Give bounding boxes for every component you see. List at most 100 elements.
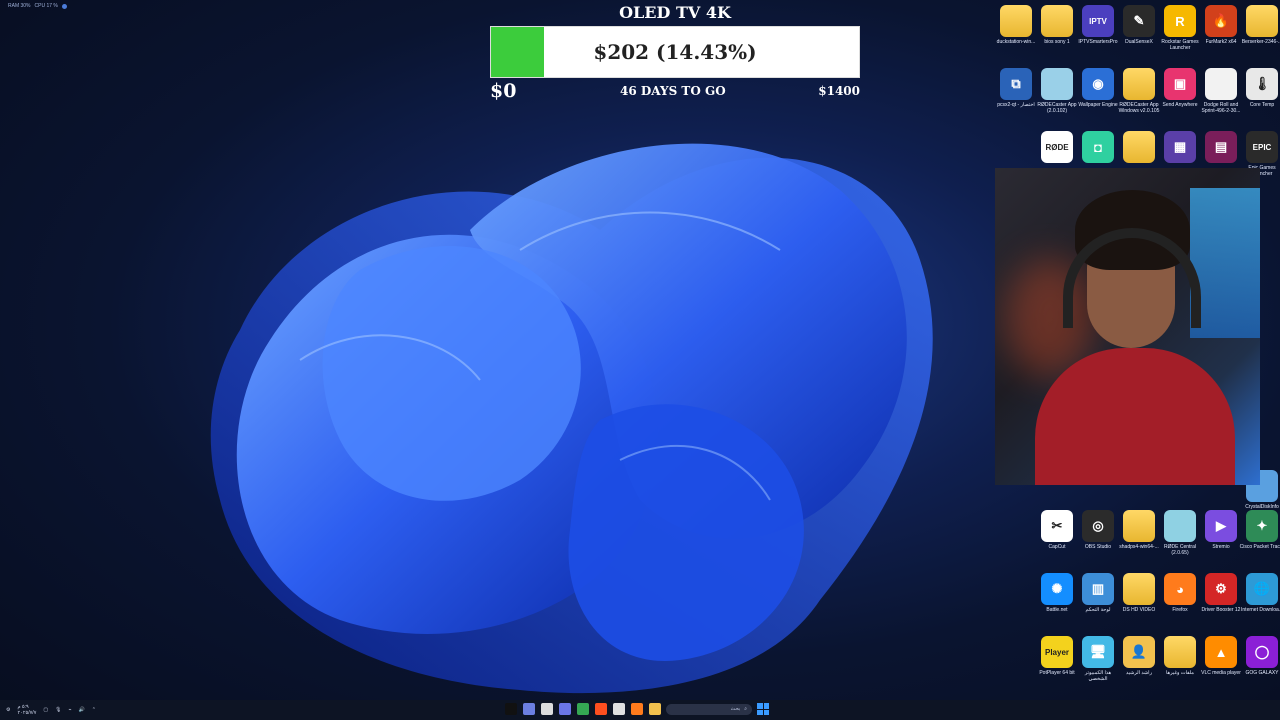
desktop-icon[interactable]: 🖥 هذا الكمبيوتر الشخصي (1078, 636, 1118, 696)
desktop-icon[interactable]: bios sony 1 (1037, 5, 1077, 65)
desktop-icon[interactable]: ⚙ Driver Booster 12 (1201, 573, 1241, 633)
taskbar-search[interactable]: بحث ⌕ (666, 703, 752, 715)
desktop-icon-label: IPTVSmartersPro (1078, 39, 1118, 45)
desktop-icon[interactable]: ◕ Firefox (1160, 573, 1200, 633)
streamlabs-icon: ◘ (1082, 131, 1114, 163)
folder-icon (1123, 510, 1155, 542)
github-icon[interactable] (541, 703, 553, 715)
desktop-icon[interactable]: ▶ Stremio (1201, 510, 1241, 570)
brave-icon[interactable] (595, 703, 607, 715)
desktop-icon[interactable]: Berserker-2346-... (1242, 5, 1280, 65)
desktop-icon[interactable]: ملفات وغيرها (1160, 636, 1200, 696)
desktop-icon-label: لوحة التحكم (1085, 607, 1111, 613)
desktop-icon[interactable]: 🌡 Core Temp (1242, 68, 1280, 128)
desktop-icon[interactable]: 🌐 Internet Downloa... (1241, 573, 1280, 633)
rode-icon: RØDE (1041, 131, 1073, 163)
desktop-icon-label: Firefox (1172, 607, 1188, 613)
desktop-icon-label: Wallpaper Engine (1078, 102, 1118, 108)
desktop-icon-label: duckstation-win... (996, 39, 1036, 45)
desktop-icon[interactable]: ▥ لوحة التحكم (1078, 573, 1118, 633)
controller-icon: ✎ (1123, 5, 1155, 37)
idm-icon: 🌐 (1246, 573, 1278, 605)
desktop-icon-label: Dodge Roll and Sprint-496-2-30... (1201, 102, 1241, 114)
app-icon[interactable] (523, 703, 535, 715)
desktop-icon[interactable]: 👤 راشد الرشيد (1119, 636, 1159, 696)
network-icon[interactable]: ⌁ (68, 707, 71, 713)
store-icon[interactable] (613, 703, 625, 715)
desktop-icon[interactable]: ◉ Wallpaper Engine (1078, 68, 1118, 128)
winrar-icon: ▤ (1205, 131, 1237, 163)
user-folder-icon: 👤 (1123, 636, 1155, 668)
desktop-icon[interactable]: RØDECaster App Windows v2.0.105 (1119, 68, 1159, 128)
desktop-icon[interactable]: duckstation-win... (996, 5, 1036, 65)
folder-icon (1041, 5, 1073, 37)
taskbar-clock[interactable]: ٥:٩ م ٢٠٢٥/٧/٧ (17, 704, 36, 716)
vlc-icon: ▲ (1205, 636, 1237, 668)
desktop-icon[interactable]: ◎ OBS Studio (1078, 510, 1118, 570)
volume-icon[interactable]: 🔊 (79, 707, 85, 713)
desktop-icon-label: pcsx2-qt - اختصار (997, 102, 1035, 108)
desktop-icon-label: RØDE Central (2.0.65) (1164, 544, 1196, 556)
webcam-overlay (995, 168, 1260, 485)
desktop-icon-label: Send Anywhere (1162, 102, 1198, 108)
desktop-icon[interactable]: RØDECaster App (2.0.102) (1037, 68, 1077, 128)
folder-icon (1246, 5, 1278, 37)
desktop-icon-label: Battle.net (1046, 607, 1068, 613)
desktop-icon-label: CapCut (1048, 544, 1066, 550)
desktop-icon[interactable]: IPTV IPTVSmartersPro (1078, 5, 1118, 65)
chevron-up-icon[interactable]: ⌃ (92, 707, 96, 713)
folder-icon (1123, 131, 1155, 163)
mic-icon[interactable]: 🎙 (55, 707, 61, 713)
tiktok-icon[interactable] (505, 703, 517, 715)
desktop-icon-label: هذا الكمبيوتر الشخصي (1084, 670, 1112, 682)
file-explorer-icon[interactable] (649, 703, 661, 715)
send-anywhere-icon: ▣ (1164, 68, 1196, 100)
iptv-icon: IPTV (1082, 5, 1114, 37)
vscode-icon[interactable] (559, 703, 571, 715)
desktop-icon-label: PotPlayer 64 bit (1039, 670, 1075, 676)
settings-icon[interactable]: ⚙ (6, 707, 10, 713)
desktop-icon[interactable]: ▣ Send Anywhere (1160, 68, 1200, 128)
desktop-icon[interactable]: Player PotPlayer 64 bit (1037, 636, 1077, 696)
firefox-icon[interactable] (631, 703, 643, 715)
desktop-icon[interactable]: ◯ GOG GALAXY (1242, 636, 1280, 696)
desktop-icon[interactable]: ✂ CapCut (1037, 510, 1077, 570)
desktop-icon[interactable]: ▲ VLC media player (1201, 636, 1241, 696)
control-panel-icon: ▥ (1082, 573, 1114, 605)
desktop-icon[interactable]: DS HD VIDEO (1119, 573, 1159, 633)
capcut-icon: ✂ (1041, 510, 1073, 542)
desktop-icon[interactable]: ✦ Cisco Packet Tracer (1240, 510, 1280, 570)
desktop-icon-label: bios sony 1 (1044, 39, 1070, 45)
desktop-icon-label: shadps4-win64-... (1119, 544, 1159, 550)
epic-games-icon: EPIC (1246, 131, 1278, 163)
desktop-icon[interactable]: Dodge Roll and Sprint-496-2-30... (1201, 68, 1241, 128)
battlenet-icon: ✺ (1041, 573, 1073, 605)
notification-icon[interactable]: ▢ (43, 707, 48, 713)
desktop-icon-label: راشد الرشيد (1125, 670, 1152, 676)
desktop-icon-label: OBS Studio (1084, 544, 1112, 550)
folder-icon (1123, 573, 1155, 605)
wallpaper-engine-icon: ◉ (1082, 68, 1114, 100)
chrome-icon[interactable] (577, 703, 589, 715)
desktop-icon-label: RØDECaster App Windows v2.0.105 (1118, 102, 1160, 114)
start-button[interactable] (757, 703, 769, 715)
rodecaster-icon (1041, 68, 1073, 100)
desktop-icon[interactable]: 🔥 FurMark2 x64 (1201, 5, 1241, 65)
desktop-icon-label: Stremio (1212, 544, 1230, 550)
desktop-icon[interactable]: RØDE Central (2.0.65) (1160, 510, 1200, 570)
furmark-icon: 🔥 (1205, 5, 1237, 37)
taskbar: ⚙ ٥:٩ م ٢٠٢٥/٧/٧ ▢ 🎙 ⌁ 🔊 ⌃ بحث ⌕ (0, 700, 1280, 720)
rockstar-icon: R (1164, 5, 1196, 37)
desktop-icon[interactable]: R Rockstar Games Launcher (1160, 5, 1200, 65)
cisco-icon: ✦ (1246, 510, 1278, 542)
firefox-icon: ◕ (1164, 573, 1196, 605)
folder-icon (1164, 636, 1196, 668)
desktop-icon[interactable]: ⧉ pcsx2-qt - اختصار (996, 68, 1036, 128)
desktop-icon[interactable]: ✺ Battle.net (1037, 573, 1077, 633)
this-pc-icon: 🖥 (1082, 636, 1114, 668)
desktop-icon-label: ملفات وغيرها (1166, 670, 1194, 676)
desktop-icon[interactable]: ✎ DualSenseX (1119, 5, 1159, 65)
desktop-icon-label: Berserker-2346-... (1241, 39, 1280, 45)
desktop-icon[interactable]: shadps4-win64-... (1119, 510, 1159, 570)
pcsx2-icon: ⧉ (1000, 68, 1032, 100)
